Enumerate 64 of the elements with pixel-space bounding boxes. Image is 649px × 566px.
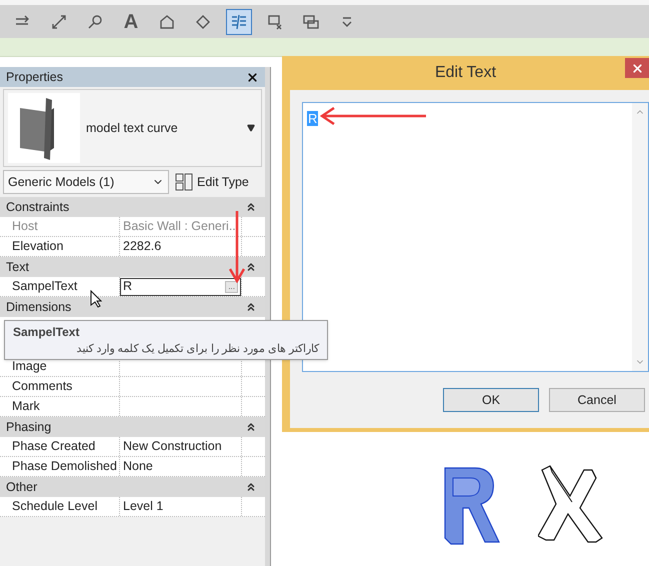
property-value: None bbox=[122, 458, 153, 476]
property-name: SampelText bbox=[12, 278, 78, 296]
property-row[interactable]: Phase Created New Construction bbox=[0, 437, 265, 457]
dimension-icon bbox=[50, 12, 68, 30]
toolbar-button[interactable]: A bbox=[118, 8, 144, 34]
diamond-icon bbox=[194, 12, 212, 30]
category-dropdown[interactable]: Generic Models (1) bbox=[3, 170, 169, 194]
edit-type-button[interactable]: Edit Type bbox=[175, 170, 249, 194]
close-button[interactable] bbox=[625, 58, 649, 78]
browse-button[interactable]: ... bbox=[225, 280, 238, 292]
property-value: 2282.6 bbox=[122, 238, 162, 256]
copy-icon bbox=[302, 12, 320, 30]
property-group-header[interactable]: Other bbox=[0, 477, 265, 497]
type-name: model text curve bbox=[86, 120, 179, 137]
field-value: R bbox=[123, 278, 132, 296]
property-value: Level 1 bbox=[122, 498, 164, 516]
group-label: Text bbox=[6, 258, 29, 276]
property-name: Mark bbox=[12, 398, 40, 416]
mouse-cursor-icon bbox=[90, 290, 102, 308]
property-name: Schedule Level bbox=[12, 498, 98, 516]
property-row[interactable]: Elevation 2282.6 bbox=[0, 237, 265, 257]
dialog-title: Edit Text bbox=[434, 63, 496, 83]
property-value-field[interactable]: R ... bbox=[120, 278, 241, 296]
property-name: Elevation bbox=[12, 238, 64, 256]
property-name: Host bbox=[12, 218, 38, 236]
panel-title: Properties bbox=[6, 68, 63, 86]
toolbar-button[interactable] bbox=[226, 8, 252, 34]
property-value: Basic Wall : Generi.. bbox=[122, 218, 236, 236]
collapse-icon bbox=[245, 301, 257, 313]
collapse-icon bbox=[245, 261, 257, 273]
property-group-header[interactable]: Text bbox=[0, 257, 265, 277]
property-row[interactable]: SampelText R ... bbox=[0, 277, 265, 297]
property-group-header[interactable]: Dimensions bbox=[0, 297, 265, 317]
property-row[interactable]: Comments bbox=[0, 377, 265, 397]
selected-text: R bbox=[307, 111, 318, 126]
dialog-button[interactable]: Cancel bbox=[549, 388, 645, 412]
property-name: Phase Demolished bbox=[12, 458, 117, 476]
dialog-button[interactable]: OK bbox=[443, 388, 539, 412]
group-label: Dimensions bbox=[6, 298, 72, 316]
property-value: New Construction bbox=[122, 438, 222, 456]
edit-type-icon bbox=[175, 173, 193, 191]
close-icon bbox=[630, 62, 644, 74]
house-icon bbox=[158, 12, 176, 30]
property-name: Image bbox=[12, 358, 47, 376]
property-group-header[interactable]: Constraints bbox=[0, 197, 265, 217]
property-name: Phase Created bbox=[12, 438, 96, 456]
property-name: Comments bbox=[12, 378, 72, 396]
property-row[interactable]: Phase Demolished None bbox=[0, 457, 265, 477]
properties-icon bbox=[230, 12, 248, 30]
collapse-icon bbox=[245, 481, 257, 493]
vertical-scrollbar[interactable] bbox=[632, 103, 648, 371]
property-row[interactable]: Schedule Level Level 1 bbox=[0, 497, 265, 517]
collapse-icon bbox=[245, 421, 257, 433]
collapse-icon bbox=[245, 201, 257, 213]
close-icon[interactable] bbox=[246, 70, 259, 84]
group-label: Phasing bbox=[6, 418, 52, 436]
dropdown-icon bbox=[247, 124, 255, 132]
type-selector[interactable]: model text curve bbox=[3, 89, 262, 167]
group-label: Other bbox=[6, 478, 38, 496]
property-group-header[interactable]: Phasing bbox=[0, 417, 265, 437]
property-row[interactable]: Mark bbox=[0, 397, 265, 417]
delete-icon bbox=[266, 12, 284, 30]
tooltip-title: SampelText bbox=[13, 324, 80, 341]
group-label: Constraints bbox=[6, 198, 70, 216]
